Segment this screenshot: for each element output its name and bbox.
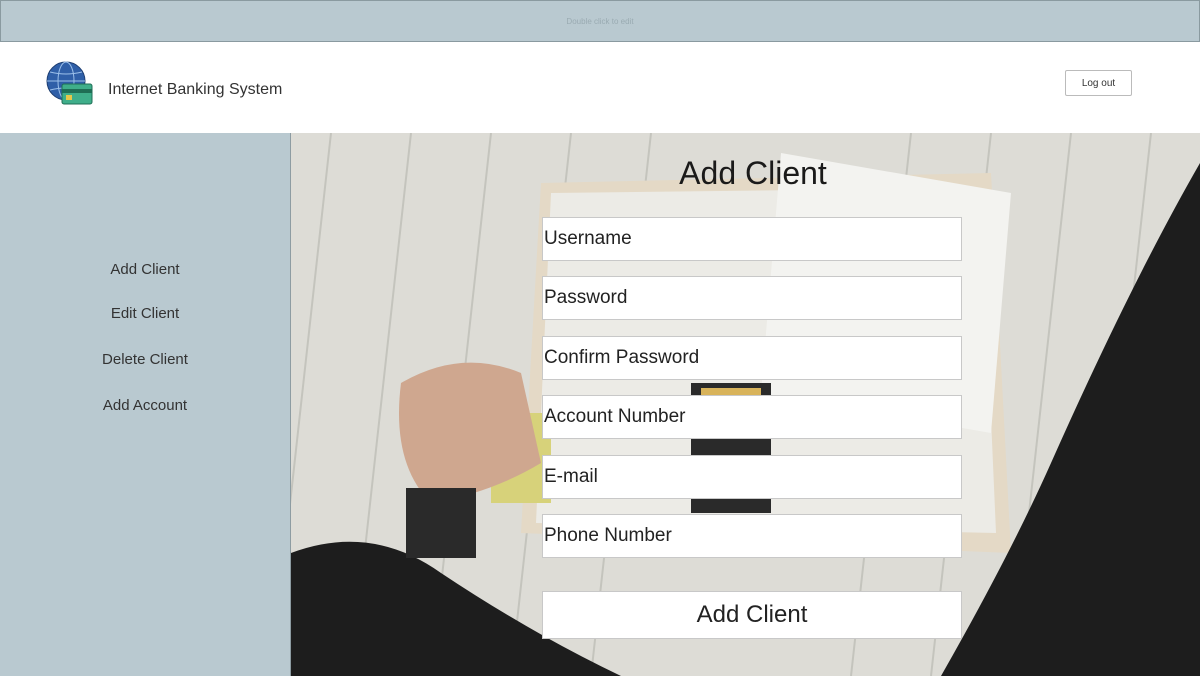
sidebar-item-add-client[interactable]: Add Client — [0, 261, 290, 278]
phone-number-input[interactable] — [542, 514, 962, 558]
sidebar-item-edit-client[interactable]: Edit Client — [0, 305, 290, 322]
edit-hint: Double click to edit — [566, 16, 634, 26]
form-title: Add Client — [679, 155, 827, 191]
app-title: Internet Banking System — [108, 81, 283, 98]
main-content: Add Client Add Client — [291, 133, 1200, 676]
account-number-input[interactable] — [542, 395, 962, 439]
password-input[interactable] — [542, 276, 962, 320]
username-input[interactable] — [542, 217, 962, 261]
sidebar-item-add-account[interactable]: Add Account — [0, 397, 290, 414]
sidebar-item-delete-client[interactable]: Delete Client — [0, 351, 290, 368]
logout-button[interactable]: Log out — [1065, 70, 1132, 96]
sidebar: Add Client Edit Client Delete Client Add… — [0, 133, 291, 676]
globe-card-logo-icon — [46, 61, 93, 105]
confirm-password-input[interactable] — [542, 336, 962, 380]
email-input[interactable] — [542, 455, 962, 499]
app-header: Internet Banking System Log out — [0, 42, 1200, 133]
add-client-submit-button[interactable]: Add Client — [542, 591, 962, 639]
top-edit-bar[interactable]: Double click to edit — [0, 0, 1200, 42]
